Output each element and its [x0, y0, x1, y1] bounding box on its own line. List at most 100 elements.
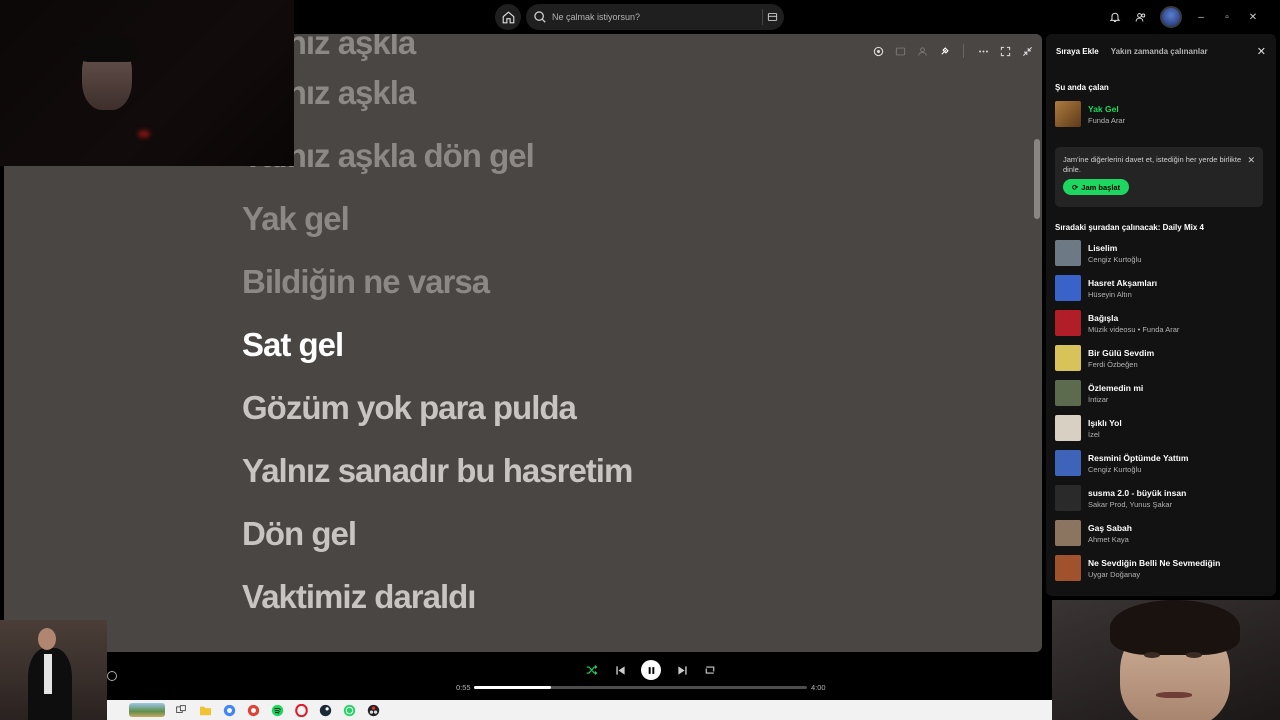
- queue-item[interactable]: Bir Gülü Sevdim Ferdi Özbeğen: [1055, 345, 1154, 371]
- track-title: Ne Sevdiğin Belli Ne Sevmediğin: [1088, 557, 1221, 568]
- queue-item[interactable]: Işıklı Yol İzel: [1055, 415, 1122, 441]
- left-eye: [1144, 652, 1160, 658]
- album-art: [1055, 450, 1081, 476]
- pause-icon: [648, 666, 654, 674]
- repeat-icon[interactable]: [703, 663, 717, 677]
- shuffle-icon[interactable]: [585, 663, 599, 677]
- lyrics-toolbar: [871, 44, 1034, 58]
- pause-button[interactable]: [641, 660, 661, 680]
- obs-icon[interactable]: [365, 702, 381, 718]
- queue-panel: Sıraya Ekle Yakın zamanda çalınanlar ✕ Ş…: [1046, 34, 1276, 596]
- player-bar: 0:55 4:00: [107, 652, 1052, 700]
- desktop-wallpaper-thumb[interactable]: [129, 703, 165, 717]
- queue-item[interactable]: Liselim Cengiz Kurtoğlu: [1055, 240, 1141, 266]
- mic-icon[interactable]: [937, 44, 951, 58]
- avatar[interactable]: [1160, 6, 1182, 28]
- jam-card: Jam'ine diğerlerini davet et, istediğin …: [1055, 147, 1263, 207]
- target-icon[interactable]: [871, 44, 885, 58]
- chrome-profile-icon[interactable]: [245, 702, 261, 718]
- minimize-icon[interactable]: –: [1194, 12, 1208, 23]
- pip-icon[interactable]: [893, 44, 907, 58]
- now-playing-heading: Şu anda çalan: [1055, 83, 1109, 92]
- track-title: susma 2.0 - büyük insan: [1088, 487, 1187, 498]
- previous-icon[interactable]: [613, 663, 627, 677]
- task-view-icon[interactable]: [173, 702, 189, 718]
- album-art: [1055, 485, 1081, 511]
- total-time: 4:00: [811, 683, 826, 692]
- start-jam-button[interactable]: ⟳ Jam başlat: [1063, 179, 1130, 195]
- track-title: Yak Gel: [1088, 103, 1119, 114]
- webcam-overlay-top: [0, 0, 294, 166]
- queue-item[interactable]: Ne Sevdiğin Belli Ne Sevmediğin Uygar Doğ…: [1055, 555, 1220, 581]
- spotify-icon[interactable]: [269, 702, 285, 718]
- queue-item[interactable]: Özlemedin mi İntizar: [1055, 380, 1143, 406]
- search-icon: [533, 10, 547, 24]
- lyric-line-current[interactable]: Sat gel: [242, 326, 344, 364]
- track-artist[interactable]: İzel: [1088, 430, 1122, 439]
- track-title: Bir Gülü Sevdim: [1088, 347, 1155, 358]
- steam-icon[interactable]: [317, 702, 333, 718]
- track-artist[interactable]: Cengiz Kurtoğlu: [1088, 465, 1188, 474]
- now-playing-view-icon[interactable]: [107, 671, 117, 681]
- search-input[interactable]: [552, 12, 742, 22]
- queue-item[interactable]: susma 2.0 - büyük insan Sakar Prod, Yunus…: [1055, 485, 1186, 511]
- spotify-window: – ▫ ✕ Yalnız aşkla Yalnız aşkla Yalnız a…: [0, 0, 1280, 720]
- toolbar-divider: [963, 44, 964, 58]
- track-artist[interactable]: Ferdi Özbeğen: [1088, 360, 1154, 369]
- track-artist[interactable]: Ahmet Kaya: [1088, 535, 1132, 544]
- opera-icon[interactable]: [293, 702, 309, 718]
- chrome-icon[interactable]: [221, 702, 237, 718]
- progress-bar[interactable]: [474, 686, 807, 689]
- friends-icon[interactable]: [1134, 10, 1148, 24]
- fullscreen-icon[interactable]: [998, 44, 1012, 58]
- whatsapp-icon[interactable]: [341, 702, 357, 718]
- windows-taskbar: [107, 700, 1052, 720]
- track-artist[interactable]: İntizar: [1088, 395, 1143, 404]
- jam-close-icon[interactable]: ✕: [1247, 155, 1255, 166]
- maximize-icon[interactable]: ▫: [1220, 12, 1234, 23]
- track-artist[interactable]: Müzik videosu • Funda Arar: [1088, 325, 1179, 334]
- next-icon[interactable]: [675, 663, 689, 677]
- browse-icon: [767, 13, 778, 21]
- queue-item[interactable]: Bağışla Müzik videosu • Funda Arar: [1055, 310, 1179, 336]
- user-icon[interactable]: [915, 44, 929, 58]
- lyric-line-past[interactable]: Bildiğin ne varsa: [242, 263, 490, 301]
- close-panel-icon[interactable]: ✕: [1257, 45, 1266, 58]
- tab-recently-played[interactable]: Yakın zamanda çalınanlar: [1111, 47, 1208, 56]
- bell-icon[interactable]: [1108, 10, 1122, 24]
- background-light: [138, 130, 150, 138]
- progress-fill: [474, 686, 551, 689]
- webcam-overlay-bottom-left: [0, 620, 107, 720]
- track-title: Resmini Öptümde Yattım: [1088, 452, 1189, 463]
- queue-item[interactable]: Resmini Öptümde Yattım Cengiz Kurtoğlu: [1055, 450, 1188, 476]
- track-artist[interactable]: Uygar Doğanay: [1088, 570, 1220, 579]
- album-art: [1055, 380, 1081, 406]
- lyric-line-future[interactable]: Yalnız sanadır bu hasretim: [242, 452, 633, 490]
- lyric-line-future[interactable]: Gözüm yok para pulda: [242, 389, 577, 427]
- now-playing-track[interactable]: Yak Gel Funda Arar: [1055, 101, 1125, 127]
- next-from-heading: Sıradaki şuradan çalınacak: Daily Mix 4: [1055, 223, 1204, 232]
- lyrics-scrollbar[interactable]: [1034, 139, 1040, 219]
- browse-button[interactable]: [762, 9, 778, 25]
- lyric-line-future[interactable]: Vaktimiz daraldı: [242, 578, 476, 616]
- queue-item[interactable]: Hasret Akşamları Hüseyin Altın: [1055, 275, 1157, 301]
- file-explorer-icon[interactable]: [197, 702, 213, 718]
- lyric-line-past[interactable]: Yak gel: [242, 200, 350, 238]
- more-icon[interactable]: [976, 44, 990, 58]
- track-artist[interactable]: Funda Arar: [1088, 116, 1125, 125]
- tab-queue[interactable]: Sıraya Ekle: [1056, 47, 1099, 56]
- album-art: [1055, 520, 1081, 546]
- search-bar[interactable]: [526, 4, 784, 30]
- track-artist[interactable]: Hüseyin Altın: [1088, 290, 1157, 299]
- start-jam-label: Jam başlat: [1081, 182, 1121, 192]
- collapse-icon[interactable]: [1020, 44, 1034, 58]
- home-button[interactable]: [495, 4, 521, 30]
- track-artist[interactable]: Sakar Prod, Yunus Şakar: [1088, 500, 1186, 509]
- close-window-icon[interactable]: ✕: [1246, 12, 1260, 23]
- queue-item[interactable]: Gaş Sabah Ahmet Kaya: [1055, 520, 1132, 546]
- right-eye: [1186, 652, 1202, 658]
- singer-head: [38, 628, 56, 650]
- lyric-line-future[interactable]: Dön gel: [242, 515, 357, 553]
- track-artist[interactable]: Cengiz Kurtoğlu: [1088, 255, 1141, 264]
- album-art: [1055, 240, 1081, 266]
